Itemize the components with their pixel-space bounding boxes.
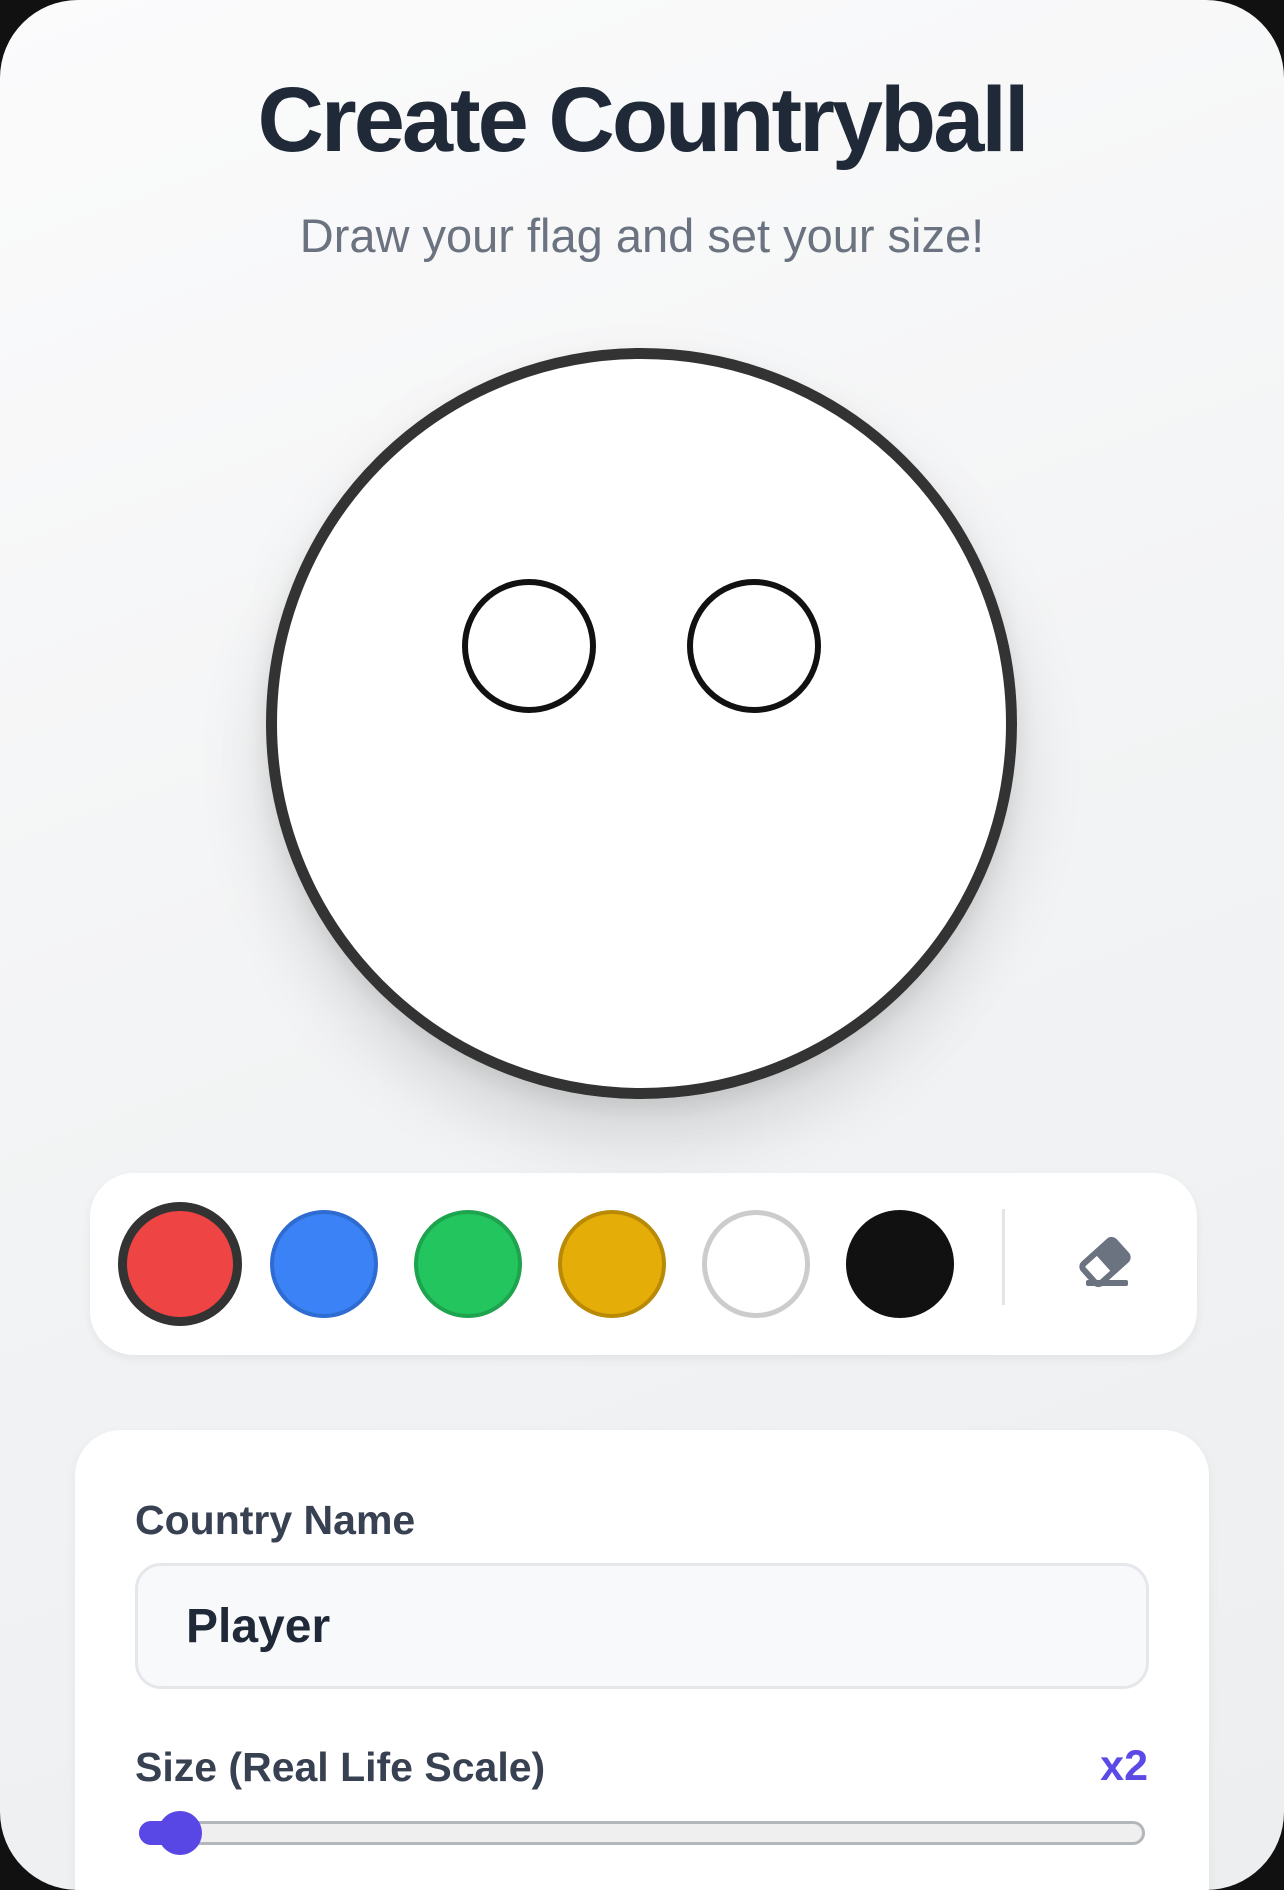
color-swatch-red[interactable] [118,1202,242,1326]
color-swatch-yellow[interactable] [558,1210,666,1318]
drawing-canvas[interactable] [266,348,1017,1099]
countryball-svg [266,348,1017,1099]
palette-divider [1002,1209,1005,1305]
size-value: x2 [1100,1742,1148,1790]
page-title: Create Countryball [257,69,1029,171]
color-swatch-blue[interactable] [270,1210,378,1318]
create-countryball-screen: Create Countryball Draw your flag and se… [0,0,1284,1890]
size-slider-track[interactable] [139,1821,1145,1845]
page-subtitle: Draw your flag and set your size! [299,209,985,262]
color-palette [90,1173,1197,1355]
color-swatch-green[interactable] [414,1210,522,1318]
right-eye [687,579,821,713]
country-name-input[interactable] [135,1563,1149,1689]
countryball-body [266,348,1017,1099]
country-name-label: Country Name [135,1497,416,1543]
size-label: Size (Real Life Scale) [135,1744,546,1790]
color-swatch-white[interactable] [702,1210,810,1318]
eraser-button[interactable] [1072,1236,1140,1292]
color-swatch-black[interactable] [846,1210,954,1318]
left-eye [462,579,596,713]
size-slider-thumb[interactable] [158,1811,203,1855]
eraser-icon [1079,1236,1131,1288]
